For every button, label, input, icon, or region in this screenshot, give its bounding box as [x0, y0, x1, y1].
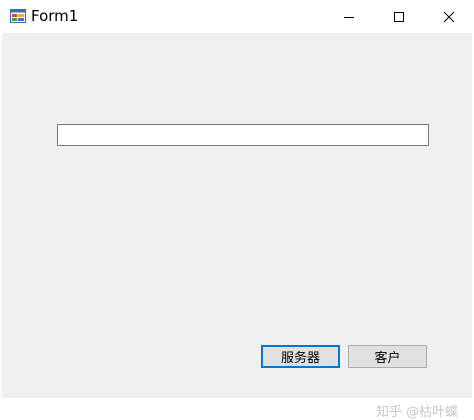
text-input[interactable]	[57, 124, 429, 146]
close-icon	[443, 11, 455, 22]
maximize-icon	[394, 11, 404, 22]
minimize-icon	[344, 16, 354, 18]
client-button[interactable]: 客户	[348, 345, 427, 368]
form-window: Form1 服务器 客户 知乎 @枯叶蝶	[0, 0, 474, 420]
close-button[interactable]	[426, 0, 472, 33]
maximize-button[interactable]	[376, 0, 422, 33]
app-form-icon	[10, 9, 26, 23]
form-client-area: 服务器 客户 知乎 @枯叶蝶	[2, 33, 472, 420]
watermark-text: 知乎 @枯叶蝶	[376, 405, 459, 420]
title-bar[interactable]: Form1	[0, 0, 474, 33]
server-button[interactable]: 服务器	[261, 345, 340, 368]
window-title: Form1	[31, 7, 79, 25]
minimize-button[interactable]	[326, 0, 372, 33]
